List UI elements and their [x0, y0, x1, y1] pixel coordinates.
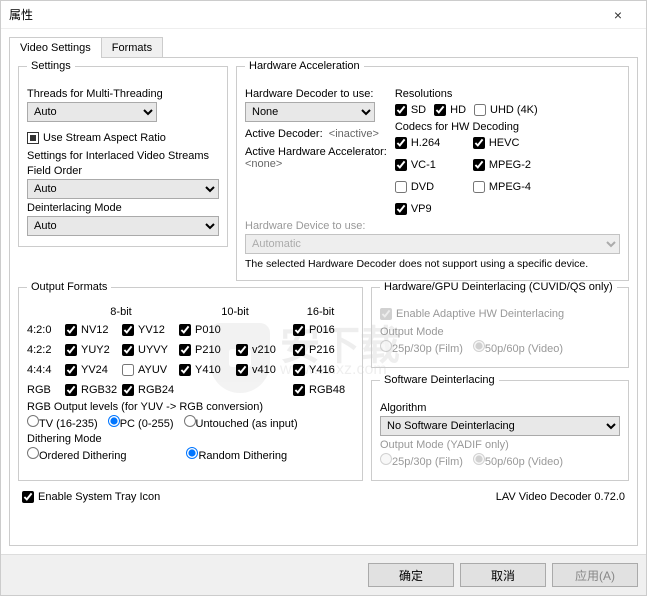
- fmt-rgb24-checkbox[interactable]: RGB24: [122, 384, 177, 396]
- active-accel-value: <none>: [245, 158, 387, 170]
- dialog-button-bar: 确定 取消 应用(A): [1, 554, 646, 595]
- tab-panel: 安下载 www.anxz.com Settings Threads for Mu…: [9, 57, 638, 546]
- bits-16-label: 16-bit: [293, 306, 348, 318]
- active-decoder-label: Active Decoder:: [245, 128, 323, 140]
- hw-decoder-label: Hardware Decoder to use:: [245, 88, 387, 100]
- codec-dvd-checkbox[interactable]: DVD: [395, 181, 465, 193]
- close-icon[interactable]: ×: [598, 7, 638, 23]
- sw-deint-video-radio: 50p/60p (Video): [473, 453, 563, 468]
- group-gpu-deinterlacing: Hardware/GPU Deinterlacing (CUVID/QS onl…: [371, 287, 629, 368]
- rgb-levels-untouched-radio[interactable]: Untouched (as input): [184, 415, 298, 430]
- interlaced-settings-label: Settings for Interlaced Video Streams: [27, 150, 219, 162]
- dithering-random-radio[interactable]: Random Dithering: [186, 447, 287, 462]
- dialog-window: 属性 × Video Settings Formats 安下载 www.anxz…: [0, 0, 647, 596]
- group-output-formats: Output Formats 8-bit 10-bit 16-bit 4:2:0…: [18, 287, 363, 481]
- res-uhd-checkbox[interactable]: UHD (4K): [474, 104, 538, 116]
- window-title: 属性: [9, 6, 598, 23]
- threads-label: Threads for Multi-Threading: [27, 88, 219, 100]
- fmt-rgb48-checkbox[interactable]: RGB48: [293, 384, 348, 396]
- fmt-p016-checkbox[interactable]: P016: [293, 324, 348, 336]
- fmt-ayuv-checkbox[interactable]: AYUV: [122, 364, 177, 376]
- sw-deint-algo-select[interactable]: No Software Deinterlacing: [380, 416, 620, 436]
- sw-deint-algo-label: Algorithm: [380, 402, 620, 414]
- res-hd-checkbox[interactable]: HD: [434, 104, 466, 116]
- fmt-v410-checkbox[interactable]: v410: [236, 364, 291, 376]
- res-sd-checkbox[interactable]: SD: [395, 104, 426, 116]
- use-stream-aspect-checkbox[interactable]: Use Stream Aspect Ratio: [27, 132, 166, 144]
- rgb-levels-label: RGB Output levels (for YUV -> RGB conver…: [27, 401, 354, 413]
- sw-deint-title: Software Deinterlacing: [380, 374, 499, 386]
- cancel-button[interactable]: 取消: [460, 563, 546, 587]
- sw-deint-output-mode-label: Output Mode (YADIF only): [380, 439, 620, 451]
- hw-decoder-select[interactable]: None: [245, 102, 375, 122]
- fmt-yuy2-checkbox[interactable]: YUY2: [65, 344, 120, 356]
- deinterlacing-mode-select[interactable]: Auto: [27, 216, 219, 236]
- tab-strip: Video Settings Formats: [1, 29, 646, 58]
- sw-deint-film-radio: 25p/30p (Film): [380, 453, 463, 468]
- hw-device-note: The selected Hardware Decoder does not s…: [245, 258, 620, 270]
- field-order-select[interactable]: Auto: [27, 179, 219, 199]
- codec-vp9-checkbox[interactable]: VP9: [395, 203, 465, 215]
- output-formats-title: Output Formats: [27, 281, 111, 293]
- gpu-deint-title: Hardware/GPU Deinterlacing (CUVID/QS onl…: [380, 281, 617, 293]
- field-order-label: Field Order: [27, 165, 219, 177]
- group-software-deinterlacing: Software Deinterlacing Algorithm No Soft…: [371, 380, 629, 481]
- ok-button[interactable]: 确定: [368, 563, 454, 587]
- use-stream-aspect-label: Use Stream Aspect Ratio: [43, 132, 166, 144]
- group-hardware-accel: Hardware Acceleration Hardware Decoder t…: [236, 66, 629, 281]
- active-decoder-value: <inactive>: [329, 128, 379, 140]
- fmt-y410-checkbox[interactable]: Y410: [179, 364, 234, 376]
- deinterlacing-mode-label: Deinterlacing Mode: [27, 202, 219, 214]
- hw-device-select: Automatic: [245, 234, 620, 254]
- group-settings: Settings Threads for Multi-Threading Aut…: [18, 66, 228, 247]
- fmt-yv24-checkbox[interactable]: YV24: [65, 364, 120, 376]
- active-accel-label: Active Hardware Accelerator:: [245, 146, 387, 158]
- rgb-levels-pc-radio[interactable]: PC (0-255): [108, 415, 174, 430]
- fmt-p210-checkbox[interactable]: P210: [179, 344, 234, 356]
- fmt-rgb32-checkbox[interactable]: RGB32: [65, 384, 120, 396]
- enable-tray-checkbox[interactable]: Enable System Tray Icon: [22, 491, 160, 503]
- dithering-ordered-radio[interactable]: Ordered Dithering: [27, 447, 126, 462]
- rgb-levels-tv-radio[interactable]: TV (16-235): [27, 415, 98, 430]
- row-444-label: 4:4:4: [27, 364, 63, 376]
- gpu-deint-enable-checkbox: Enable Adaptive HW Deinterlacing: [380, 308, 564, 320]
- titlebar: 属性 ×: [1, 1, 646, 29]
- group-hw-title: Hardware Acceleration: [245, 60, 364, 72]
- group-settings-title: Settings: [27, 60, 75, 72]
- checkbox-filled-icon: [27, 132, 39, 144]
- row-422-label: 4:2:2: [27, 344, 63, 356]
- bits-8-label: 8-bit: [65, 306, 177, 318]
- codec-hevc-checkbox[interactable]: HEVC: [473, 137, 543, 149]
- fmt-v210-checkbox[interactable]: v210: [236, 344, 291, 356]
- gpu-deint-output-mode-label: Output Mode: [380, 326, 620, 338]
- resolutions-label: Resolutions: [395, 88, 620, 100]
- threads-select[interactable]: Auto: [27, 102, 157, 122]
- dithering-label: Dithering Mode: [27, 433, 354, 445]
- tab-video-settings[interactable]: Video Settings: [9, 37, 102, 58]
- gpu-deint-film-radio: 25p/30p (Film): [380, 340, 463, 355]
- tab-formats[interactable]: Formats: [101, 37, 163, 58]
- fmt-yv12-checkbox[interactable]: YV12: [122, 324, 177, 336]
- hw-device-label: Hardware Device to use:: [245, 220, 620, 232]
- bits-10-label: 10-bit: [179, 306, 291, 318]
- row-420-label: 4:2:0: [27, 324, 63, 336]
- gpu-deint-video-radio: 50p/60p (Video): [473, 340, 563, 355]
- codec-h264-checkbox[interactable]: H.264: [395, 137, 465, 149]
- version-label: LAV Video Decoder 0.72.0: [496, 491, 625, 503]
- codecs-label: Codecs for HW Decoding: [395, 121, 620, 133]
- codec-mpeg4-checkbox[interactable]: MPEG-4: [473, 181, 543, 193]
- fmt-p010-checkbox[interactable]: P010: [179, 324, 234, 336]
- fmt-uyvy-checkbox[interactable]: UYVY: [122, 344, 177, 356]
- row-rgb-label: RGB: [27, 384, 63, 396]
- fmt-nv12-checkbox[interactable]: NV12: [65, 324, 120, 336]
- fmt-y416-checkbox[interactable]: Y416: [293, 364, 348, 376]
- codec-mpeg2-checkbox[interactable]: MPEG-2: [473, 159, 543, 171]
- apply-button[interactable]: 应用(A): [552, 563, 638, 587]
- codec-vc1-checkbox[interactable]: VC-1: [395, 159, 465, 171]
- fmt-p216-checkbox[interactable]: P216: [293, 344, 348, 356]
